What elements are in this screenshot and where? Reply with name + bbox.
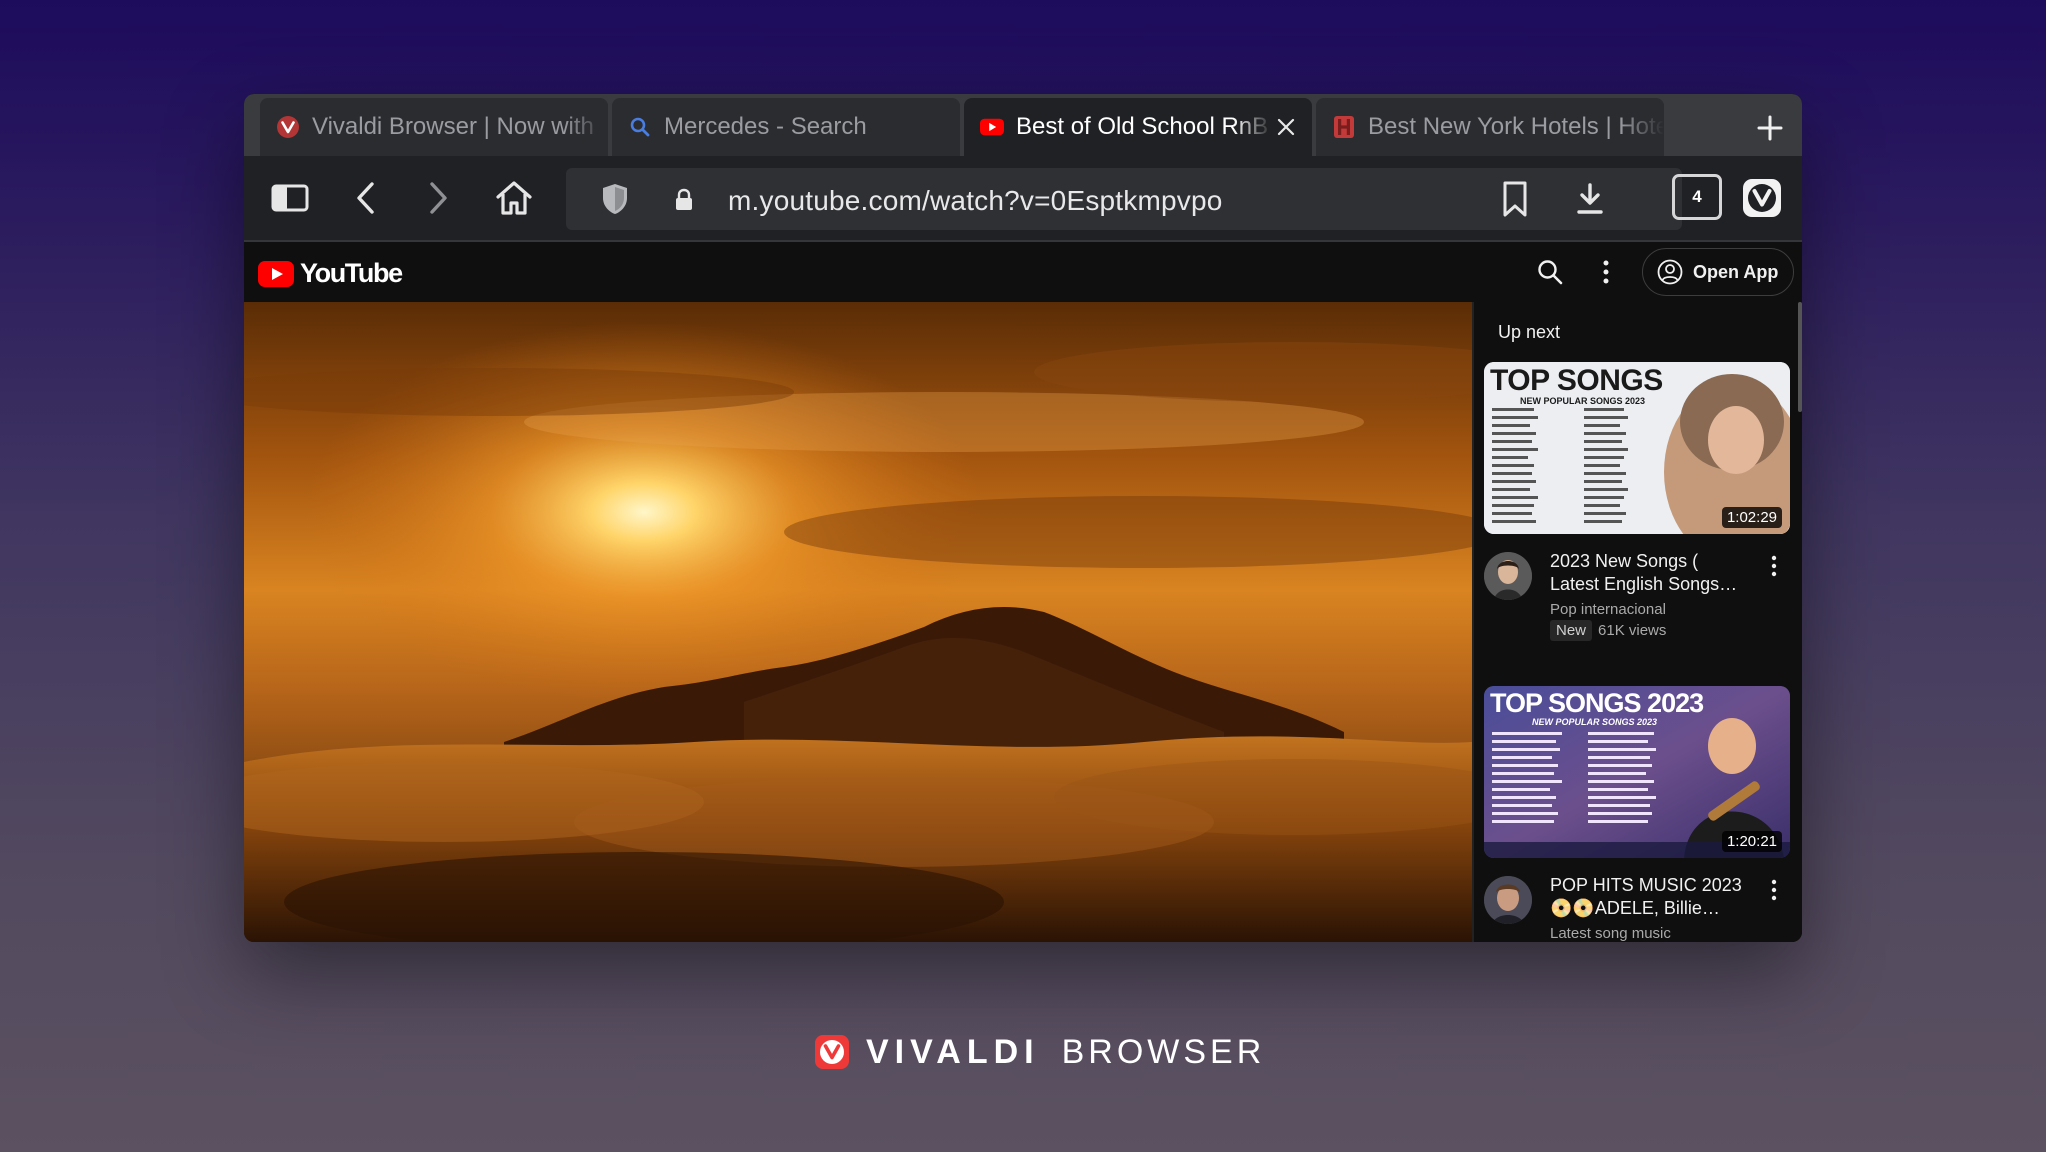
forward-button[interactable] xyxy=(414,174,462,222)
video-title[interactable]: POP HITS MUSIC 2023 📀📀ADELE, Billie… xyxy=(1550,874,1750,920)
thumbnail-title: TOP SONGS xyxy=(1490,364,1663,397)
more-vert-icon[interactable] xyxy=(1764,876,1784,904)
new-tab-button[interactable] xyxy=(1750,108,1790,148)
channel-avatar[interactable] xyxy=(1484,552,1532,600)
youtube-header: YouTube Open App xyxy=(244,242,1802,302)
thumbnail-title: TOP SONGS 2023 xyxy=(1490,688,1704,718)
youtube-logo[interactable]: YouTube xyxy=(258,258,403,289)
open-app-button[interactable]: Open App xyxy=(1642,248,1794,296)
video-player[interactable] xyxy=(244,302,1472,942)
download-icon[interactable] xyxy=(1576,182,1604,221)
vivaldi-icon xyxy=(276,115,300,139)
tab-strip: Vivaldi Browser | Now with Mercedes - Se… xyxy=(244,94,1802,156)
tab-mercedes-search[interactable]: Mercedes - Search xyxy=(612,98,960,156)
tab-title: Vivaldi Browser | Now with xyxy=(312,113,594,140)
back-button[interactable] xyxy=(342,174,390,222)
view-count: 61K views xyxy=(1598,622,1667,639)
open-app-label: Open App xyxy=(1693,261,1779,282)
up-next-heading: Up next xyxy=(1498,322,1561,342)
youtube-play-icon xyxy=(258,260,294,287)
video-thumbnail[interactable]: TOP SONGS 2023 NEW POPULAR SONGS 2023 1:… xyxy=(1484,686,1790,858)
chevron-left-icon xyxy=(357,182,374,214)
channel-name: Latest song music xyxy=(1550,925,1671,942)
hotels-icon xyxy=(1332,115,1356,139)
panel-icon xyxy=(271,184,309,212)
duration-badge: 1:20:21 xyxy=(1721,831,1782,852)
browser-window: Vivaldi Browser | Now with Mercedes - Se… xyxy=(244,94,1802,942)
panel-toggle-button[interactable] xyxy=(266,174,314,222)
channel-avatar[interactable] xyxy=(1484,876,1532,924)
tab-count-button[interactable]: 4 xyxy=(1672,174,1722,220)
address-bar[interactable]: m.youtube.com/watch?v=0Esptkmpvpo xyxy=(566,168,1682,230)
close-tab-icon[interactable] xyxy=(1272,113,1300,141)
tab-vivaldi[interactable]: Vivaldi Browser | Now with xyxy=(260,98,608,156)
vivaldi-logo-icon xyxy=(814,1034,850,1070)
plus-icon xyxy=(1757,115,1783,141)
url-text[interactable]: m.youtube.com/watch?v=0Esptkmpvpo xyxy=(728,185,1223,217)
brand-suffix: BROWSER xyxy=(1061,1032,1266,1071)
scrollbar[interactable] xyxy=(1798,302,1802,412)
video-thumbnail[interactable]: TOP SONGS NEW POPULAR SONGS 2023 1:02:29 xyxy=(1484,362,1790,534)
tab-title: Best of Old School RnB | Throwback xyxy=(1016,113,1272,140)
account-circle-icon xyxy=(1657,259,1683,285)
video-meta: New 61K views xyxy=(1550,620,1666,641)
new-badge: New xyxy=(1550,620,1593,641)
search-icon[interactable] xyxy=(1536,258,1564,291)
video-title[interactable]: 2023 New Songs ( Latest English Songs… xyxy=(1550,550,1750,596)
bookmark-icon[interactable] xyxy=(1502,180,1528,223)
up-next-panel[interactable]: Up next TOP SONGS NEW POPULAR SONGS 2023… xyxy=(1472,302,1802,942)
more-vert-icon[interactable] xyxy=(1602,258,1610,291)
brand-name: VIVALDI xyxy=(866,1032,1040,1071)
shield-icon[interactable] xyxy=(600,182,630,221)
channel-name: Pop internacional xyxy=(1550,601,1666,618)
tab-title: Mercedes - Search xyxy=(664,113,867,140)
duration-badge: 1:02:29 xyxy=(1721,507,1782,528)
vivaldi-menu-button[interactable] xyxy=(1738,174,1786,222)
home-button[interactable] xyxy=(490,174,538,222)
home-icon xyxy=(496,181,532,215)
vivaldi-browser-brand: VIVALDI BROWSER xyxy=(814,1030,1265,1074)
search-icon xyxy=(628,115,652,139)
tab-hotels[interactable]: Best New York Hotels | Hotels xyxy=(1316,98,1664,156)
lock-icon xyxy=(674,188,694,217)
tab-youtube-active[interactable]: Best of Old School RnB | Throwback xyxy=(964,98,1312,156)
vivaldi-logo-icon xyxy=(1743,179,1781,217)
youtube-wordmark: YouTube xyxy=(300,258,403,288)
chevron-right-icon xyxy=(430,182,447,214)
tab-title: Best New York Hotels | Hotels xyxy=(1368,113,1664,140)
thumbnail-subtitle: NEW POPULAR SONGS 2023 xyxy=(1532,717,1658,727)
more-vert-icon[interactable] xyxy=(1764,552,1784,580)
youtube-icon xyxy=(980,115,1004,139)
thumbnail-subtitle: NEW POPULAR SONGS 2023 xyxy=(1520,396,1646,406)
video-frame-image xyxy=(244,302,1472,942)
address-toolbar: m.youtube.com/watch?v=0Esptkmpvpo 4 xyxy=(244,156,1802,242)
